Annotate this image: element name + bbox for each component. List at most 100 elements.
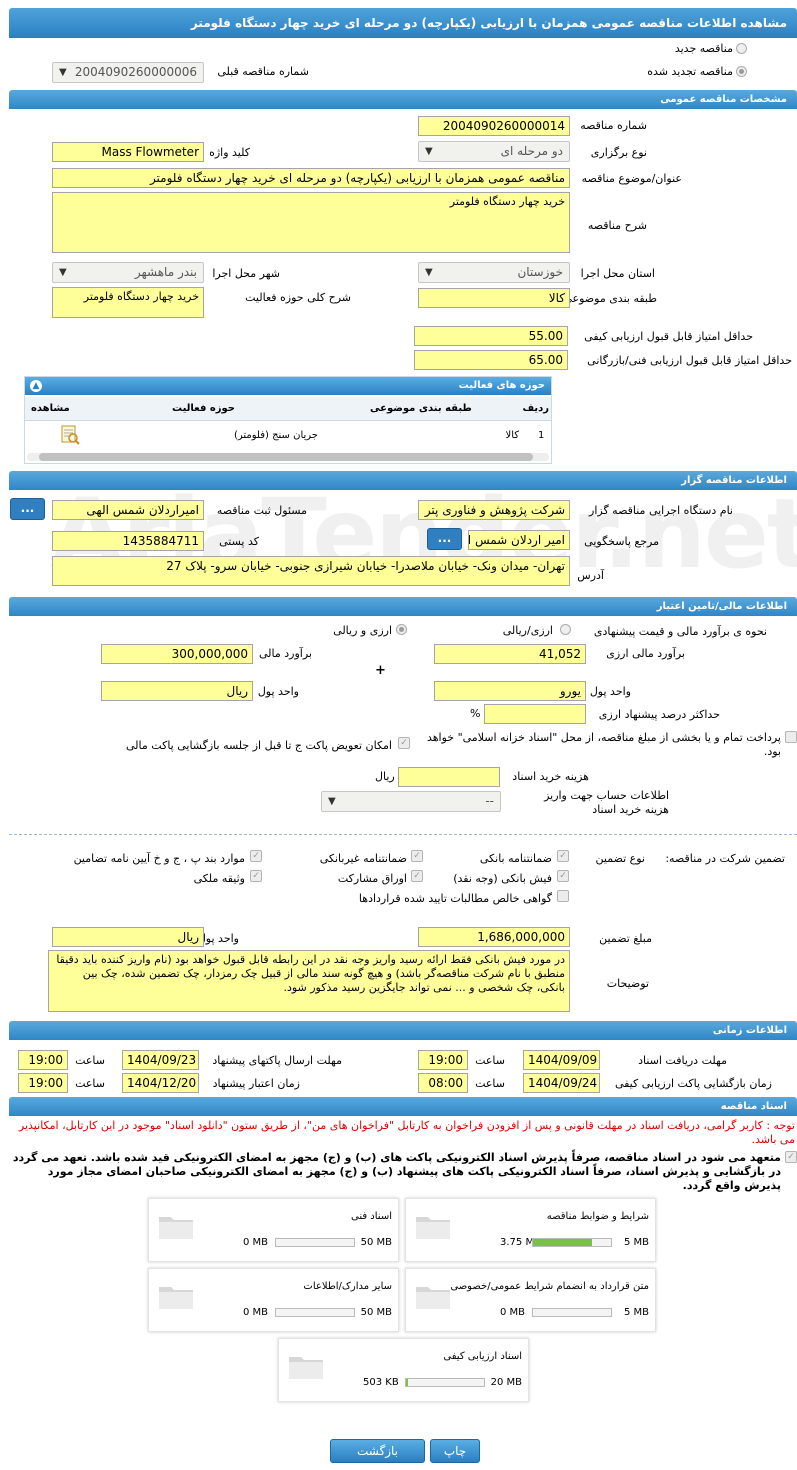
- chevron-down-icon: ▼: [425, 267, 433, 278]
- file-max-size: 50 MB: [360, 1307, 392, 1318]
- exec-label: نام دستگاه اجرایی مناقصه گزار: [589, 504, 733, 517]
- table-scrollbar[interactable]: [27, 453, 549, 461]
- max-fx-field[interactable]: [484, 704, 586, 724]
- new-tender-radio[interactable]: [736, 43, 747, 54]
- min-tech-field[interactable]: 65.00: [414, 350, 568, 370]
- postal-field[interactable]: 1435884711: [52, 531, 204, 551]
- receive-date-field[interactable]: 1404/09/09: [523, 1050, 600, 1070]
- fx-est-field[interactable]: 41,052: [434, 644, 586, 664]
- fx-unit-field[interactable]: یورو: [434, 681, 586, 701]
- clause-items-label: موارد بند پ ، ج و خ آیین نامه تضامین: [73, 852, 245, 865]
- send-hour-label: ساعت: [75, 1054, 105, 1067]
- file-max-size: 5 MB: [623, 1307, 649, 1318]
- fx-unit-label: واحد پول: [589, 685, 631, 698]
- validity-date-field[interactable]: 1404/12/20: [122, 1073, 199, 1093]
- type-value: دو مرحله ای: [500, 144, 563, 158]
- keyword-field[interactable]: Mass Flowmeter: [52, 142, 204, 162]
- commit-text: متعهد می شود در اسناد مناقصه، صرفاً پذیر…: [12, 1151, 781, 1192]
- bank-guarantee-checkbox[interactable]: ✓: [557, 850, 569, 862]
- swap-text: امکان تعویض پاکت ج تا قبل از جلسه بازگشا…: [126, 739, 392, 752]
- type-select[interactable]: ▼ دو مرحله ای: [418, 141, 570, 162]
- open-time-field[interactable]: 08:00: [418, 1073, 468, 1093]
- category-label: طبقه بندی موضوعی: [563, 292, 657, 305]
- desc-field[interactable]: خرید چهار دستگاه فلومتر: [52, 192, 570, 253]
- renewed-tender-label: مناقصه تجدید شده: [647, 65, 733, 78]
- row-category: کالا: [505, 430, 519, 441]
- nonbank-guarantee-checkbox[interactable]: ✓: [411, 850, 423, 862]
- prev-number-select[interactable]: ▼ 2004090260000006: [52, 62, 204, 83]
- file-card-quality[interactable]: اسناد ارزیابی کیفی 503 KB 20 MB: [278, 1338, 529, 1402]
- rial-est-label: برآورد مالی: [259, 647, 312, 660]
- activity-header: حوزه های فعالیت: [25, 377, 551, 395]
- ref-field[interactable]: امیر اردلان شمس ا: [468, 530, 570, 550]
- min-quality-field[interactable]: 55.00: [414, 326, 568, 346]
- open-hour-label: ساعت: [475, 1077, 505, 1090]
- address-field[interactable]: تهران- میدان ونک- خیابان ملاصدرا- خیابان…: [52, 556, 570, 586]
- file-card-technical[interactable]: اسناد فنی 0 MB 50 MB: [148, 1198, 399, 1262]
- fx-and-rial-radio[interactable]: [396, 624, 407, 635]
- cash-receipt-checkbox[interactable]: ✓: [557, 870, 569, 882]
- treasury-text: پرداخت تمام و یا بخشی از مبلغ مناقصه، از…: [426, 731, 781, 758]
- prev-number-label: شماره مناقصه قبلی: [217, 65, 309, 78]
- postal-label: کد پستی: [219, 535, 259, 548]
- city-select[interactable]: ▼ بندر ماهشهر: [52, 262, 204, 283]
- doc-cost-field[interactable]: [398, 767, 500, 787]
- docs-note: توجه : کاربر گرامی، دریافت اسناد در مهلت…: [18, 1119, 795, 1146]
- cash-receipt-label: فیش بانکی (وجه نقد): [453, 872, 552, 885]
- city-value: بندر ماهشهر: [134, 265, 197, 279]
- tender-number-field[interactable]: 2004090260000014: [418, 116, 570, 136]
- scope-field[interactable]: خرید چهار دستگاه فلومتر: [52, 287, 204, 318]
- file-title: اسناد فنی: [351, 1211, 392, 1222]
- bonds-label: اوراق مشارکت: [337, 872, 407, 885]
- property-checkbox[interactable]: ✓: [250, 870, 262, 882]
- guarantee-unit-field[interactable]: ریال: [52, 927, 204, 947]
- send-date-field[interactable]: 1404/09/23: [122, 1050, 199, 1070]
- bonds-checkbox[interactable]: ✓: [411, 870, 423, 882]
- file-card-other[interactable]: سایر مدارک/اطلاعات 0 MB 50 MB: [148, 1268, 399, 1332]
- guarantee-amount-field[interactable]: 1,686,000,000: [418, 927, 570, 947]
- scrollbar-thumb[interactable]: [39, 453, 533, 461]
- resp-label: مسئول ثبت مناقصه: [216, 504, 307, 517]
- clause-items-checkbox[interactable]: ✓: [250, 850, 262, 862]
- rial-unit-field[interactable]: ریال: [101, 681, 253, 701]
- file-card-terms[interactable]: شرایط و ضوابط مناقصه 3.75 MB 5 MB: [405, 1198, 656, 1262]
- collapse-icon[interactable]: ▲: [30, 380, 42, 392]
- claims-certificate-checkbox[interactable]: [557, 890, 569, 902]
- file-card-contract[interactable]: متن قرارداد به انضمام شرایط عمومی/خصوصی …: [405, 1268, 656, 1332]
- folder-icon: [289, 1357, 323, 1379]
- validity-hour-label: ساعت: [75, 1077, 105, 1090]
- print-button[interactable]: چاپ: [430, 1439, 480, 1463]
- resp-lookup-button[interactable]: ...: [10, 498, 45, 520]
- account-select[interactable]: ▼ --: [321, 791, 501, 812]
- treasury-checkbox[interactable]: [785, 731, 797, 743]
- file-title: اسناد ارزیابی کیفی: [443, 1351, 522, 1362]
- notes-field[interactable]: در مورد فیش بانکی فقط ارائه رسید واریز و…: [48, 950, 570, 1012]
- property-label: وثیقه ملکی: [193, 872, 245, 885]
- category-field[interactable]: کالا: [418, 288, 570, 308]
- send-time-field[interactable]: 19:00: [18, 1050, 68, 1070]
- file-max-size: 5 MB: [623, 1237, 649, 1248]
- receive-time-field[interactable]: 19:00: [418, 1050, 468, 1070]
- open-date-field[interactable]: 1404/09/24: [523, 1073, 600, 1093]
- file-size-bar: [532, 1308, 612, 1317]
- province-select[interactable]: ▼ خوزستان: [418, 262, 570, 283]
- fx-est-label: برآورد مالی ارزی: [606, 647, 685, 660]
- file-size-bar: [275, 1308, 355, 1317]
- exec-field[interactable]: شرکت پژوهش و فناوری پتر: [418, 500, 570, 520]
- back-button[interactable]: بازگشت: [330, 1439, 425, 1463]
- send-label: مهلت ارسال پاکتهای پیشنهاد: [212, 1054, 342, 1067]
- folder-icon: [416, 1217, 450, 1239]
- chevron-down-icon: ▼: [59, 267, 67, 278]
- resp-field[interactable]: امیراردلان شمس الهی: [52, 500, 204, 520]
- ref-lookup-button[interactable]: ...: [427, 528, 462, 550]
- fx-rial-radio[interactable]: [560, 624, 571, 635]
- chevron-down-icon: ▼: [425, 146, 433, 157]
- view-document-icon[interactable]: [59, 424, 81, 446]
- subject-field[interactable]: مناقصه عمومی همزمان با ارزیابی (یکپارچه)…: [52, 168, 570, 188]
- org-header: اطلاعات مناقصه گزار: [9, 471, 797, 490]
- swap-checkbox[interactable]: ✓: [398, 737, 410, 749]
- activity-title: حوزه های فعالیت: [458, 380, 545, 391]
- rial-est-field[interactable]: 300,000,000: [101, 644, 253, 664]
- validity-time-field[interactable]: 19:00: [18, 1073, 68, 1093]
- renewed-tender-radio[interactable]: [736, 66, 747, 77]
